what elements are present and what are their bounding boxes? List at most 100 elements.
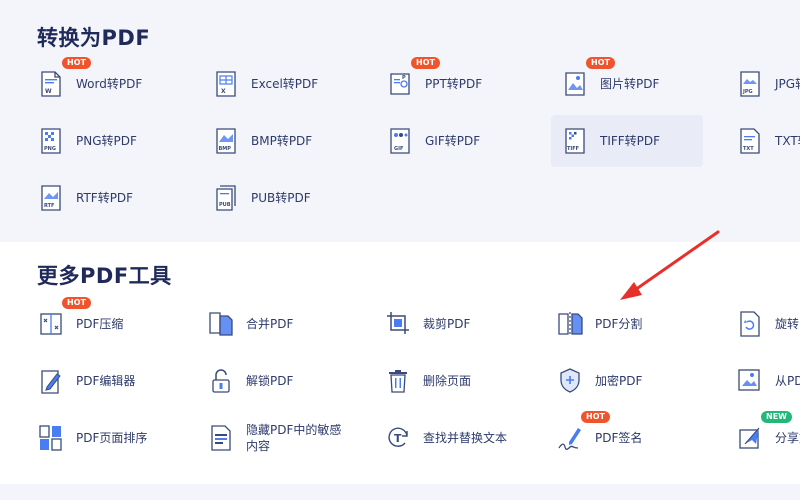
tool-label: 图片转PDF: [600, 77, 660, 91]
hot-badge: HOT: [62, 57, 91, 69]
svg-text:W: W: [45, 88, 52, 95]
png-file-icon: PNG: [37, 126, 65, 156]
tool-label: GIF转PDF: [425, 134, 481, 148]
svg-text:PUB: PUB: [219, 202, 231, 208]
tool-label: Word转PDF: [76, 77, 143, 91]
svg-text:PNG: PNG: [44, 146, 56, 152]
share-icon: [736, 423, 764, 453]
tool-label: 查找并替换文本: [423, 431, 508, 445]
jpg-file-icon: JPG: [736, 69, 764, 99]
crop-icon: [384, 309, 412, 339]
tool-label: PDF页面排序: [76, 431, 148, 445]
tool-ppt-to-pdf[interactable]: P PPT转PDF HOT: [386, 57, 544, 110]
tool-label: PDF压缩: [76, 317, 124, 331]
split-icon: [556, 309, 584, 339]
tool-label: 从PDF提取图片: [775, 374, 800, 388]
hot-badge: HOT: [581, 411, 610, 423]
tool-label: 删除页面: [423, 374, 472, 388]
tool-bmp-to-pdf[interactable]: BMP BMP转PDF: [212, 115, 370, 167]
gif-file-icon: GIF: [386, 126, 414, 156]
tool-pdf-editor[interactable]: PDF编辑器: [37, 355, 195, 407]
new-badge: NEW: [761, 411, 792, 423]
unlock-icon: [207, 366, 235, 396]
tool-delete-pages[interactable]: 删除页面: [384, 355, 542, 407]
txt-file-icon: TXT: [736, 126, 764, 156]
tool-pub-to-pdf[interactable]: PUB PUB转PDF: [212, 172, 370, 224]
tool-label: 裁剪PDF: [423, 317, 471, 331]
compress-icon: [37, 309, 65, 339]
tool-tiff-to-pdf[interactable]: TIFF TIFF转PDF: [551, 115, 703, 167]
tool-unlock-pdf[interactable]: 解锁PDF: [207, 355, 365, 407]
tool-merge-pdf[interactable]: 合并PDF: [207, 298, 365, 350]
tool-png-to-pdf[interactable]: PNG PNG转PDF: [37, 115, 195, 167]
bmp-file-icon: BMP: [212, 126, 240, 156]
tool-image-to-pdf[interactable]: 图片转PDF HOT: [561, 57, 719, 110]
trash-icon: [384, 366, 412, 396]
tool-label: 加密PDF: [595, 374, 643, 388]
tool-redact-pdf[interactable]: 隐藏PDF中的敏感内容: [207, 412, 365, 464]
tool-label: PDF签名: [595, 431, 643, 445]
tool-label: RTF转PDF: [76, 191, 134, 205]
tool-extract-images[interactable]: 从PDF提取图片: [736, 355, 800, 407]
signature-icon: [556, 423, 584, 453]
tool-label: 旋转PDF: [775, 317, 800, 331]
section-title-more-tools: 更多PDF工具: [37, 264, 172, 288]
tool-rotate-pdf[interactable]: 旋转PDF: [736, 298, 800, 350]
tool-share-file[interactable]: 分享文件 NEW: [736, 411, 800, 464]
ppt-file-icon: P: [386, 69, 414, 99]
extract-image-icon: [736, 366, 764, 396]
svg-text:GIF: GIF: [394, 146, 403, 152]
tool-label: PDF编辑器: [76, 374, 136, 388]
section-title-convert: 转换为PDF: [37, 26, 151, 50]
tiff-file-icon: TIFF: [561, 126, 589, 156]
tool-excel-to-pdf[interactable]: X Excel转PDF: [212, 58, 370, 110]
next-panel-edge: [0, 484, 800, 500]
svg-text:X: X: [221, 88, 226, 95]
tool-pdf-sign[interactable]: PDF签名 HOT: [556, 411, 714, 464]
tool-label: TXT转PDF: [775, 134, 800, 148]
hot-badge: HOT: [411, 57, 440, 69]
tool-label: Excel转PDF: [251, 77, 319, 91]
reorder-pages-icon: [37, 423, 65, 453]
tool-jpg-to-pdf[interactable]: JPG JPG转PDF: [736, 58, 800, 110]
image-file-icon: [561, 69, 589, 99]
tool-crop-pdf[interactable]: 裁剪PDF: [384, 298, 542, 350]
rtf-file-icon: RTF: [37, 183, 65, 213]
convert-to-pdf-panel: 转换为PDF W Word转PDF HOT X Excel转PDF P PPT转…: [0, 0, 800, 242]
tool-reorder-pages[interactable]: PDF页面排序: [37, 412, 195, 464]
svg-text:P: P: [402, 75, 406, 81]
tool-label: 解锁PDF: [246, 374, 294, 388]
tool-label: 隐藏PDF中的敏感内容: [246, 423, 342, 453]
hot-badge: HOT: [586, 57, 615, 69]
tool-pdf-compress[interactable]: PDF压缩 HOT: [37, 297, 195, 350]
word-file-icon: W: [37, 69, 65, 99]
svg-text:RTF: RTF: [44, 203, 54, 209]
edit-pen-icon: [37, 366, 65, 396]
svg-text:TIFF: TIFF: [567, 146, 579, 152]
tool-gif-to-pdf[interactable]: GIF GIF转PDF: [386, 115, 544, 167]
tool-label: 合并PDF: [246, 317, 294, 331]
tool-pdf-split[interactable]: PDF分割: [556, 298, 714, 350]
tool-word-to-pdf[interactable]: W Word转PDF HOT: [37, 57, 195, 110]
excel-file-icon: X: [212, 69, 240, 99]
hot-badge: HOT: [62, 297, 91, 309]
tool-label: TIFF转PDF: [600, 134, 661, 148]
tool-rtf-to-pdf[interactable]: RTF RTF转PDF: [37, 172, 195, 224]
shield-icon: [556, 366, 584, 396]
pub-file-icon: PUB: [212, 183, 240, 213]
svg-text:TXT: TXT: [743, 146, 754, 152]
svg-text:JPG: JPG: [742, 89, 753, 95]
tool-encrypt-pdf[interactable]: 加密PDF: [556, 355, 714, 407]
tool-label: 分享文件: [775, 431, 800, 445]
svg-text:BMP: BMP: [219, 146, 232, 152]
svg-text:T: T: [394, 432, 402, 445]
merge-icon: [207, 309, 235, 339]
tool-label: JPG转PDF: [775, 77, 800, 91]
tool-label: PUB转PDF: [251, 191, 311, 205]
rotate-icon: [736, 309, 764, 339]
tool-label: PDF分割: [595, 317, 643, 331]
tool-find-replace[interactable]: T 查找并替换文本: [384, 412, 542, 464]
find-replace-icon: T: [384, 423, 412, 453]
more-pdf-tools-panel: 更多PDF工具 PDF压缩 HOT 合并PDF 裁剪PDF PDF分割 旋转 PD…: [0, 242, 800, 484]
tool-txt-to-pdf[interactable]: TXT TXT转PDF: [736, 115, 800, 167]
